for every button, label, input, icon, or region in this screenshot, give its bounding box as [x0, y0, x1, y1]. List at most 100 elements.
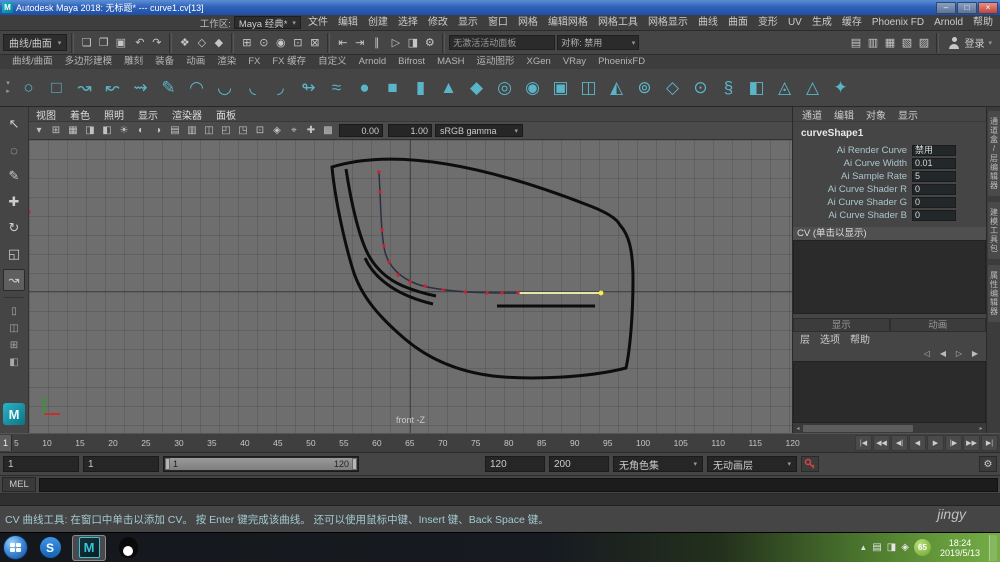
- command-language-button[interactable]: MEL: [2, 477, 36, 492]
- cv-points[interactable]: [29, 170, 520, 295]
- cv-section-label[interactable]: CV (单击以显示): [793, 227, 986, 240]
- layer-prev-icon[interactable]: ◁: [920, 349, 934, 358]
- panel-toggle-icon[interactable]: ▥: [864, 34, 881, 52]
- attribute-value-field[interactable]: 禁用: [912, 144, 956, 156]
- poly-helix-icon[interactable]: §: [715, 73, 742, 103]
- channel-box-scrollbar[interactable]: ◂ ▸: [793, 423, 986, 433]
- tray-volume-icon[interactable]: ◈: [901, 542, 909, 553]
- shelf-tab[interactable]: VRay: [557, 55, 592, 69]
- play-forwards-button[interactable]: ▶: [927, 435, 944, 451]
- taskbar-maya-icon[interactable]: M: [72, 534, 106, 561]
- shelf-menu-icon[interactable]: ▾: [6, 80, 10, 88]
- scroll-left-icon[interactable]: ◂: [793, 425, 803, 432]
- nurbs-square-icon[interactable]: □: [43, 73, 70, 103]
- menu-item[interactable]: 编辑网格: [543, 15, 593, 30]
- layer-menu-item[interactable]: 帮助: [845, 331, 875, 346]
- step-forward-key-button[interactable]: |▶: [945, 435, 962, 451]
- maximize-button[interactable]: □: [957, 1, 977, 14]
- time-slider[interactable]: 1 5 10 15 20 25 30 35 40 45 50 55 60 65 70 75 80 85 90 95 1…: [0, 433, 1000, 453]
- construction-history-icon[interactable]: ∥: [368, 34, 385, 52]
- plugin-shading-icon[interactable]: ◈: [269, 123, 285, 138]
- three-point-arc-icon[interactable]: ◠: [183, 73, 210, 103]
- layer-menu-item[interactable]: 层: [795, 331, 815, 346]
- textured-icon[interactable]: ◫: [201, 123, 217, 138]
- layout-outliner-icon[interactable]: ◧: [5, 355, 23, 369]
- menu-item[interactable]: 创建: [363, 15, 393, 30]
- hidden-icons-arrow[interactable]: ▲: [859, 543, 867, 552]
- layer-editor-tab[interactable]: 显示: [793, 318, 890, 332]
- snap-curve-icon[interactable]: ⊙: [255, 34, 272, 52]
- menu-item[interactable]: UV: [783, 15, 807, 30]
- start-button[interactable]: [3, 535, 28, 560]
- select-hierarchy-icon[interactable]: ❖: [176, 34, 193, 52]
- attribute-value-field[interactable]: 0.01: [912, 157, 956, 169]
- cv-curve-tool-icon[interactable]: ↝: [71, 73, 98, 103]
- cv-curve[interactable]: [378, 171, 519, 294]
- select-tool-icon[interactable]: ↖: [3, 113, 25, 135]
- scrollbar-thumb[interactable]: [803, 424, 913, 432]
- playback-start-field[interactable]: 1: [83, 456, 159, 472]
- viewport-menu-item[interactable]: 显示: [131, 107, 165, 122]
- menu-item[interactable]: 缓存: [837, 15, 867, 30]
- shelf-tab[interactable]: Arnold: [353, 55, 392, 69]
- nurbs-plane-icon[interactable]: ◆: [463, 73, 490, 103]
- shelf-tab[interactable]: 自定义: [312, 55, 353, 69]
- channel-box-menu-item[interactable]: 显示: [893, 107, 923, 122]
- step-back-key-button[interactable]: ◀|: [891, 435, 908, 451]
- open-scene-icon[interactable]: ❐: [95, 34, 112, 52]
- go-to-end-button[interactable]: ▶|: [981, 435, 998, 451]
- rotate-tool-icon[interactable]: ↻: [3, 217, 25, 239]
- camera-select-icon[interactable]: ▾: [31, 123, 47, 138]
- nurbs-torus-icon[interactable]: ◎: [491, 73, 518, 103]
- shelf-tab[interactable]: FX 缓存: [266, 55, 312, 69]
- default-material-icon[interactable]: ▩: [320, 123, 336, 138]
- input-connections-icon[interactable]: ⇤: [334, 34, 351, 52]
- paint-select-tool-icon[interactable]: ✎: [3, 165, 25, 187]
- active-panel-field[interactable]: 无激活活动面板: [449, 35, 556, 50]
- playhead[interactable]: 1: [0, 435, 12, 451]
- layout-two-pane-icon[interactable]: ◫: [5, 321, 23, 335]
- shelf-edit-icon[interactable]: ▸: [6, 88, 10, 96]
- shelf-tab[interactable]: 多边形建模: [59, 55, 119, 69]
- menu-item[interactable]: 曲线: [693, 15, 723, 30]
- cv-active-point[interactable]: [598, 290, 604, 296]
- curve-drawing[interactable]: [29, 140, 792, 433]
- colorspace-dropdown[interactable]: sRGB gamma: [435, 124, 523, 137]
- menu-item[interactable]: 文件: [303, 15, 333, 30]
- workspace-dropdown[interactable]: Maya 经典*: [233, 16, 301, 30]
- gate-mask-icon[interactable]: ◧: [99, 123, 115, 138]
- nurbs-circle-icon[interactable]: ○: [15, 73, 42, 103]
- film-gate-icon[interactable]: ▦: [65, 123, 81, 138]
- layout-four-pane-icon[interactable]: ⊞: [5, 338, 23, 352]
- menu-item[interactable]: 网格: [513, 15, 543, 30]
- taskbar-qq-icon[interactable]: [111, 535, 145, 561]
- shelf-tab[interactable]: 雕刻: [118, 55, 149, 69]
- attribute-toggle-icon[interactable]: ▧: [898, 34, 915, 52]
- menu-item[interactable]: 编辑: [333, 15, 363, 30]
- menu-item[interactable]: 修改: [423, 15, 453, 30]
- manipulator-icon[interactable]: ✚: [303, 123, 319, 138]
- nurbs-cylinder-icon[interactable]: ▮: [407, 73, 434, 103]
- range-slider-handle[interactable]: 1 120: [165, 458, 357, 470]
- shelf-tab[interactable]: Bifrost: [392, 55, 431, 69]
- nurbs-sphere-icon[interactable]: ●: [351, 73, 378, 103]
- menu-item[interactable]: Phoenix FD: [867, 15, 929, 30]
- symmetry-dropdown[interactable]: 对称: 禁用: [557, 35, 640, 50]
- animation-preferences-button[interactable]: ⚙: [979, 456, 997, 472]
- viewport-menu-item[interactable]: 着色: [63, 107, 97, 122]
- shadows-icon[interactable]: ◐: [133, 123, 149, 138]
- output-connections-icon[interactable]: ⇥: [351, 34, 368, 52]
- select-object-icon[interactable]: ◇: [193, 34, 210, 52]
- poly-pyramid-icon[interactable]: △: [799, 73, 826, 103]
- super-shape-icon[interactable]: ✦: [827, 73, 854, 103]
- grid-toggle-icon[interactable]: ▤: [847, 34, 864, 52]
- lighting-icon[interactable]: ☀: [116, 123, 132, 138]
- joints-xray-icon[interactable]: ⊡: [252, 123, 268, 138]
- sign-in-button[interactable]: 登录: [943, 34, 997, 52]
- step-forward-frame-button[interactable]: ▶▶: [963, 435, 980, 451]
- tray-badge[interactable]: 65: [913, 539, 931, 556]
- snap-point-icon[interactable]: ◉: [272, 34, 289, 52]
- scale-tool-icon[interactable]: ◱: [3, 243, 25, 265]
- menu-item[interactable]: 网格工具: [593, 15, 643, 30]
- lasso-tool-icon[interactable]: ◌: [3, 139, 25, 161]
